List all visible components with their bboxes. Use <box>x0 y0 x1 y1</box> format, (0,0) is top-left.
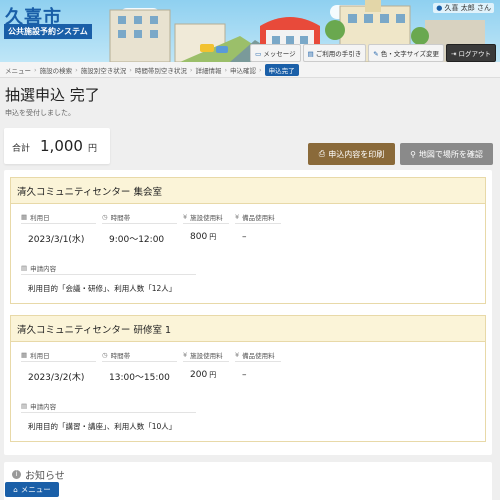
yen-icon: ¥ <box>183 351 188 359</box>
date-value: 2023/3/1(水) <box>28 235 85 245</box>
clock-icon: ◷ <box>102 351 108 359</box>
user-name-text: 久喜 太郎 さん <box>444 4 491 12</box>
clock-icon: ◷ <box>102 213 108 221</box>
date-label: 利用日 <box>30 214 50 222</box>
date-cell: ▦ 利用日 2023/3/2(木) <box>21 349 96 383</box>
details-label: 申請内容 <box>30 265 57 273</box>
booking-card: 清久コミュニティセンター 研修室 1 ▦ 利用日 2023/3/2(木) ◷ 時間帯… <box>10 315 486 442</box>
total-amount: 1,000 <box>40 137 83 155</box>
page-message: 申込を受付しました。 <box>5 109 75 117</box>
fee-cell: ¥ 施設使用料 200 円 <box>183 349 229 380</box>
printer-icon: ⎙ <box>318 149 326 158</box>
guide-button[interactable]: ▤ ご利用の手引き <box>302 44 367 62</box>
details-value: 利用目的「会議・研修」、利用人数「12人」 <box>28 284 177 293</box>
breadcrumb-separator: › <box>129 65 132 74</box>
breadcrumb-item[interactable]: 詳細情報 <box>195 65 221 75</box>
total-label: 合計 <box>12 143 31 154</box>
breadcrumb-item[interactable]: 施設の検索 <box>40 65 73 75</box>
date-label: 利用日 <box>30 352 50 360</box>
total-unit: 円 <box>87 144 97 154</box>
notice-title: i お知らせ <box>12 467 65 482</box>
yen-icon: ¥ <box>235 213 240 221</box>
home-icon: ⌂ <box>13 485 18 494</box>
breadcrumb-item[interactable]: メニュー <box>5 65 31 75</box>
system-name: 公共施設予約システム <box>4 24 92 39</box>
document-icon: ▤ <box>21 402 28 410</box>
user-icon: ● <box>436 4 443 12</box>
map-button[interactable]: ⚲ 地図で場所を確認 <box>400 143 493 165</box>
breadcrumb-item[interactable]: 申込確認 <box>230 65 256 75</box>
total-box: 合計 1,000 円 <box>4 128 110 164</box>
date-cell: ▦ 利用日 2023/3/1(水) <box>21 211 96 245</box>
header-buttons: ▭ メッセージ ▤ ご利用の手引き ✎ 色・文字サイズ変更 ⇥ ログアウト <box>250 44 496 62</box>
details-label: 申請内容 <box>30 403 57 411</box>
equipment-fee-label: 備品使用料 <box>242 352 275 360</box>
breadcrumb-item[interactable]: 時間帯別空き状況 <box>135 65 187 75</box>
breadcrumb-separator: › <box>189 65 193 74</box>
fee-label: 施設使用料 <box>190 214 223 222</box>
logout-icon: ⇥ <box>451 50 457 58</box>
breadcrumb-separator: › <box>259 65 262 74</box>
calendar-icon: ▦ <box>21 213 28 221</box>
logout-button[interactable]: ⇥ ログアウト <box>446 44 496 62</box>
breadcrumb-separator: › <box>34 65 37 74</box>
yen-icon: ¥ <box>235 351 240 359</box>
breadcrumb-separator: › <box>224 65 228 74</box>
fee-label: 施設使用料 <box>190 352 223 360</box>
fee-value: 800 円 <box>190 232 217 242</box>
map-marker-icon: ⚲ <box>410 149 416 159</box>
time-label: 時間帯 <box>110 214 131 222</box>
brush-icon: ✎ <box>373 50 379 58</box>
page-title: 抽選申込 完了 <box>5 86 100 104</box>
info-icon: i <box>12 470 21 479</box>
comment-icon: ▭ <box>255 50 262 58</box>
equipment-fee-value: – <box>242 370 247 380</box>
time-cell: ◷ 時間帯 9:00～12:00 <box>102 211 177 245</box>
notice-panel: i お知らせ <box>4 462 492 500</box>
equipment-fee-value: – <box>242 232 247 242</box>
display-settings-button[interactable]: ✎ 色・文字サイズ変更 <box>368 44 445 62</box>
equipment-fee-label: 備品使用料 <box>242 214 275 222</box>
equipment-fee-cell: ¥ 備品使用料 – <box>235 211 281 242</box>
time-label: 時間帯 <box>110 352 131 360</box>
bookings-panel: 清久コミュニティセンター 集会室 ▦ 利用日 2023/3/1(水) ◷ 時間帯 9… <box>4 170 492 455</box>
user-name: ● 久喜 太郎 さん <box>433 3 494 13</box>
time-cell: ◷ 時間帯 13:00～15:00 <box>102 349 177 383</box>
facility-name: 清久コミュニティセンター 集会室 <box>11 178 485 204</box>
time-value: 9:00～12:00 <box>109 235 165 245</box>
details-cell: ▤ 申請内容 利用目的「会議・研修」、利用人数「12人」 <box>21 262 196 294</box>
fee-cell: ¥ 施設使用料 800 円 <box>183 211 229 242</box>
booking-card: 清久コミュニティセンター 集会室 ▦ 利用日 2023/3/1(水) ◷ 時間帯 9… <box>10 177 486 304</box>
breadcrumb: メニュー › 施設の検索 › 施設別空き状況 › 時間帯別空き状況 › 詳細情報 › 申込… <box>0 62 500 78</box>
calendar-icon: ▦ <box>21 351 28 359</box>
fee-value: 200 円 <box>190 370 217 380</box>
details-value: 利用目的「講習・講座」、利用人数「10人」 <box>28 422 177 431</box>
yen-icon: ¥ <box>183 213 188 221</box>
breadcrumb-current: 申込完了 <box>264 63 299 76</box>
time-value: 13:00～15:00 <box>109 373 170 383</box>
book-icon: ▤ <box>307 50 314 58</box>
document-icon: ▤ <box>21 264 28 272</box>
breadcrumb-separator: › <box>75 65 78 74</box>
message-button[interactable]: ▭ メッセージ <box>250 44 301 62</box>
menu-button[interactable]: ⌂ メニュー <box>5 482 59 497</box>
breadcrumb-item[interactable]: 施設別空き状況 <box>81 65 127 75</box>
header-banner: 久喜市 公共施設予約システム ● 久喜 太郎 さん ▭ メッセージ ▤ ご利用の手引… <box>0 0 500 62</box>
equipment-fee-cell: ¥ 備品使用料 – <box>235 349 281 380</box>
date-value: 2023/3/2(木) <box>28 373 85 383</box>
details-cell: ▤ 申請内容 利用目的「講習・講座」、利用人数「10人」 <box>21 400 196 432</box>
print-button[interactable]: ⎙ 申込内容を印刷 <box>308 143 395 165</box>
facility-name: 清久コミュニティセンター 研修室 1 <box>11 316 485 342</box>
